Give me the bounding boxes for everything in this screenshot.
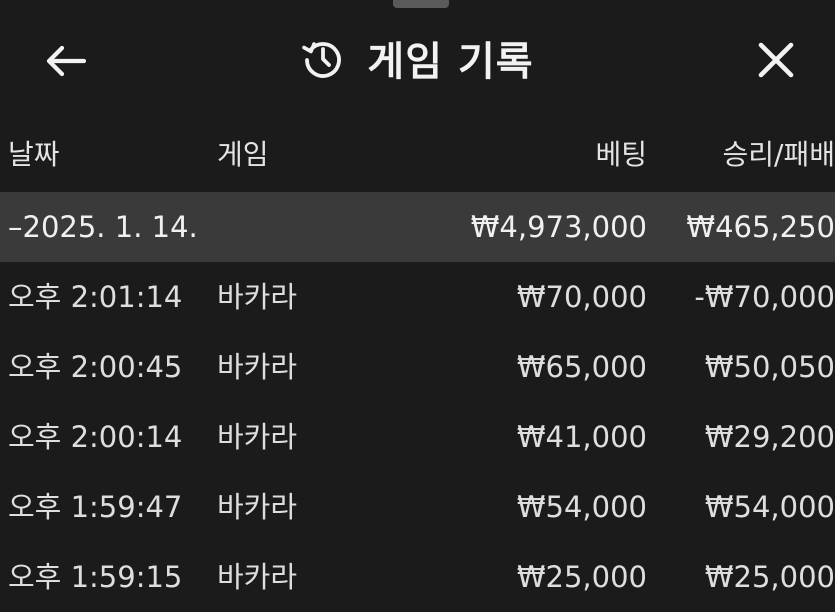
row-result: -₩70,000 — [694, 280, 835, 314]
game-history-screen: 게임 기록 날짜 게임 베팅 승리/패배 –2025. 1. 14. ₩4,97… — [0, 0, 835, 612]
row-time: 오후 2:00:14 — [8, 420, 183, 454]
close-icon — [757, 41, 795, 79]
row-result: ₩25,000 — [704, 560, 835, 594]
column-header-date: 날짜 — [8, 138, 60, 171]
summary-bet-total: ₩4,973,000 — [470, 210, 647, 244]
row-bet: ₩41,000 — [516, 420, 647, 454]
column-header-bet: 베팅 — [595, 138, 647, 171]
title-group: 게임 기록 — [0, 32, 835, 85]
row-game: 바카라 — [217, 350, 298, 384]
row-bet: ₩70,000 — [516, 280, 647, 314]
row-result: ₩29,200 — [704, 420, 835, 454]
summary-result-total: ₩465,250 — [686, 210, 835, 244]
close-button[interactable] — [748, 32, 804, 88]
table-header-row: 날짜 게임 베팅 승리/패배 — [0, 122, 835, 192]
row-result: ₩50,050 — [704, 350, 835, 384]
row-bet: ₩54,000 — [516, 490, 647, 524]
table-row[interactable]: 오후 2:01:14 바카라 ₩70,000 -₩70,000 — [0, 262, 835, 332]
column-header-win-loss: 승리/패배 — [722, 138, 835, 171]
table-row[interactable]: 오후 2:00:45 바카라 ₩65,000 ₩50,050 — [0, 332, 835, 402]
history-icon — [301, 36, 345, 80]
table-row[interactable]: 오후 1:59:15 바카라 ₩25,000 ₩25,000 — [0, 542, 835, 612]
table-row[interactable]: 오후 1:59:47 바카라 ₩54,000 ₩54,000 — [0, 472, 835, 542]
row-time: 오후 1:59:15 — [8, 560, 183, 594]
page-title: 게임 기록 — [367, 39, 534, 85]
history-table: 날짜 게임 베팅 승리/패배 –2025. 1. 14. ₩4,973,000 … — [0, 122, 835, 612]
row-time: 오후 2:01:14 — [8, 280, 183, 314]
row-game: 바카라 — [217, 560, 298, 594]
row-time: 오후 2:00:45 — [8, 350, 183, 384]
row-result: ₩54,000 — [704, 490, 835, 524]
row-bet: ₩25,000 — [516, 560, 647, 594]
sheet-grabber[interactable] — [393, 0, 449, 8]
row-game: 바카라 — [217, 280, 298, 314]
row-game: 바카라 — [217, 420, 298, 454]
row-time: 오후 1:59:47 — [8, 490, 183, 524]
table-row[interactable]: 오후 2:00:14 바카라 ₩41,000 ₩29,200 — [0, 402, 835, 472]
row-game: 바카라 — [217, 490, 298, 524]
row-bet: ₩65,000 — [516, 350, 647, 384]
day-summary-row[interactable]: –2025. 1. 14. ₩4,973,000 ₩465,250 — [0, 192, 835, 262]
header: 게임 기록 — [0, 20, 835, 100]
summary-date: –2025. 1. 14. — [8, 210, 198, 244]
column-header-game: 게임 — [217, 138, 269, 171]
